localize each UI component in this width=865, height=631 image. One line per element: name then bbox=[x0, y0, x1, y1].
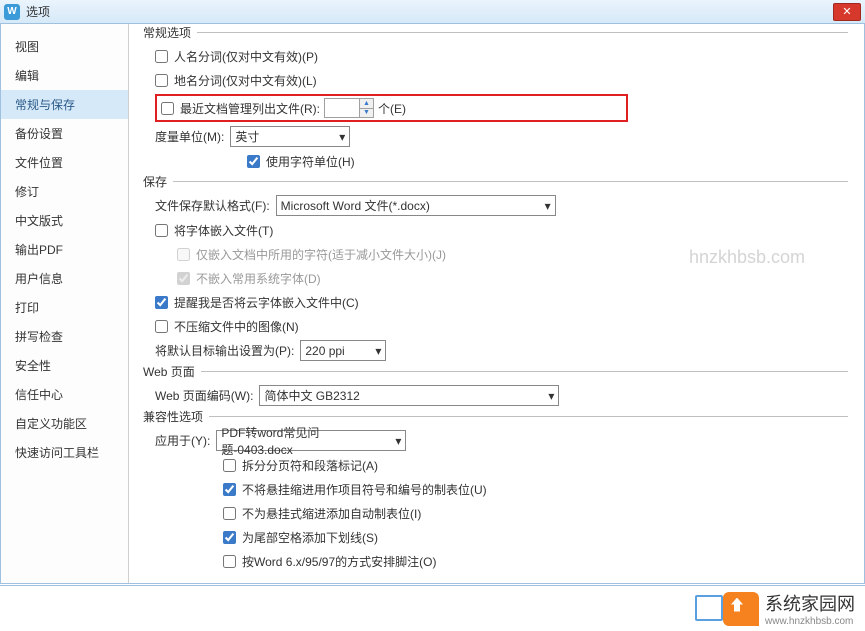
sidebar-item-view[interactable]: 视图 bbox=[1, 32, 128, 61]
tail-space-underline-checkbox[interactable]: 为尾部空格添加下划线(S) bbox=[223, 529, 378, 546]
person-name-split-checkbox[interactable]: 人名分词(仅对中文有效)(P) bbox=[155, 48, 318, 65]
window-title: 选项 bbox=[26, 3, 833, 20]
sidebar-item-trust-center[interactable]: 信任中心 bbox=[1, 380, 128, 409]
place-name-split-checkbox[interactable]: 地名分词(仅对中文有效)(L) bbox=[155, 72, 317, 89]
footer-bar: 系统家园网 www.hnzkhbsb.com bbox=[0, 585, 865, 631]
web-encoding-label: Web 页面编码(W): bbox=[155, 387, 253, 404]
sidebar-item-spellcheck[interactable]: 拼写检查 bbox=[1, 322, 128, 351]
embed-fonts-checkbox[interactable]: 将字体嵌入文件(T) bbox=[155, 222, 273, 239]
ok-button-fragment[interactable] bbox=[695, 595, 723, 621]
compat-apply-to-label: 应用于(Y): bbox=[155, 432, 210, 449]
sidebar-item-quick-access[interactable]: 快速访问工具栏 bbox=[1, 438, 128, 467]
brand-badge: 系统家园网 www.hnzkhbsb.com bbox=[723, 590, 855, 627]
sidebar-item-backup[interactable]: 备份设置 bbox=[1, 119, 128, 148]
sidebar-item-chinese-layout[interactable]: 中文版式 bbox=[1, 206, 128, 235]
brand-text: 系统家园网 bbox=[765, 590, 855, 616]
section-title-save: 保存 bbox=[143, 173, 173, 190]
spinner-down-icon[interactable]: ▼ bbox=[359, 109, 373, 118]
section-title-web: Web 页面 bbox=[143, 363, 201, 380]
compat-apply-to-select[interactable]: PDF转word常见问题-0403.docx bbox=[216, 430, 406, 451]
embed-only-used-checkbox: 仅嵌入文档中所用的字符(适于减小文件大小)(J) bbox=[177, 246, 446, 263]
sidebar-item-edit[interactable]: 编辑 bbox=[1, 61, 128, 90]
sidebar-item-file-location[interactable]: 文件位置 bbox=[1, 148, 128, 177]
sidebar-item-revision[interactable]: 修订 bbox=[1, 177, 128, 206]
sidebar-item-general-save[interactable]: 常规与保存 bbox=[1, 90, 128, 119]
measure-unit-label: 度量单位(M): bbox=[155, 128, 224, 145]
no-hang-indent-auto-checkbox[interactable]: 不为悬挂式缩进添加自动制表位(I) bbox=[223, 505, 421, 522]
sidebar-item-custom-ribbon[interactable]: 自定义功能区 bbox=[1, 409, 128, 438]
spinner-up-icon[interactable]: ▲ bbox=[359, 99, 373, 109]
recent-files-spinner[interactable]: ▲▼ bbox=[324, 98, 374, 118]
sidebar-item-output-pdf[interactable]: 输出PDF bbox=[1, 235, 128, 264]
no-compress-images-checkbox[interactable]: 不压缩文件中的图像(N) bbox=[155, 318, 299, 335]
no-hang-indent-tab-checkbox[interactable]: 不将悬挂缩进用作项目符号和编号的制表位(U) bbox=[223, 481, 487, 498]
brand-url: www.hnzkhbsb.com bbox=[765, 616, 855, 627]
section-title-compat: 兼容性选项 bbox=[143, 408, 209, 425]
default-output-label: 将默认目标输出设置为(P): bbox=[155, 342, 294, 359]
main-panel: 常规选项 人名分词(仅对中文有效)(P) 地名分词(仅对中文有效)(L) 最近文… bbox=[129, 24, 864, 583]
recent-files-input[interactable] bbox=[325, 100, 359, 116]
sidebar: 视图 编辑 常规与保存 备份设置 文件位置 修订 中文版式 输出PDF 用户信息… bbox=[1, 24, 129, 583]
remind-cloud-fonts-checkbox[interactable]: 提醒我是否将云字体嵌入文件中(C) bbox=[155, 294, 359, 311]
recent-files-checkbox[interactable]: 最近文档管理列出文件(R): bbox=[161, 100, 320, 117]
brand-house-icon bbox=[723, 592, 759, 626]
recent-files-highlight: 最近文档管理列出文件(R): ▲▼ 个(E) bbox=[155, 94, 628, 122]
web-encoding-select[interactable]: 简体中文 GB2312 bbox=[259, 385, 559, 406]
section-title-general: 常规选项 bbox=[143, 24, 197, 41]
close-button[interactable]: ✕ bbox=[833, 3, 861, 21]
sidebar-item-print[interactable]: 打印 bbox=[1, 293, 128, 322]
default-format-label: 文件保存默认格式(F): bbox=[155, 197, 270, 214]
measure-unit-select[interactable]: 英寸 bbox=[230, 126, 350, 147]
sidebar-item-user-info[interactable]: 用户信息 bbox=[1, 264, 128, 293]
default-output-select[interactable]: 220 ppi bbox=[300, 340, 386, 361]
recent-files-unit: 个(E) bbox=[378, 100, 406, 117]
word6-footnote-checkbox[interactable]: 按Word 6.x/95/97的方式安排脚注(O) bbox=[223, 553, 437, 570]
no-embed-system-checkbox: 不嵌入常用系统字体(D) bbox=[177, 270, 321, 287]
split-pagebreak-checkbox[interactable]: 拆分分页符和段落标记(A) bbox=[223, 457, 378, 474]
app-icon: W bbox=[4, 4, 20, 20]
use-char-unit-checkbox[interactable]: 使用字符单位(H) bbox=[247, 153, 355, 170]
default-format-select[interactable]: Microsoft Word 文件(*.docx) bbox=[276, 195, 556, 216]
sidebar-item-security[interactable]: 安全性 bbox=[1, 351, 128, 380]
